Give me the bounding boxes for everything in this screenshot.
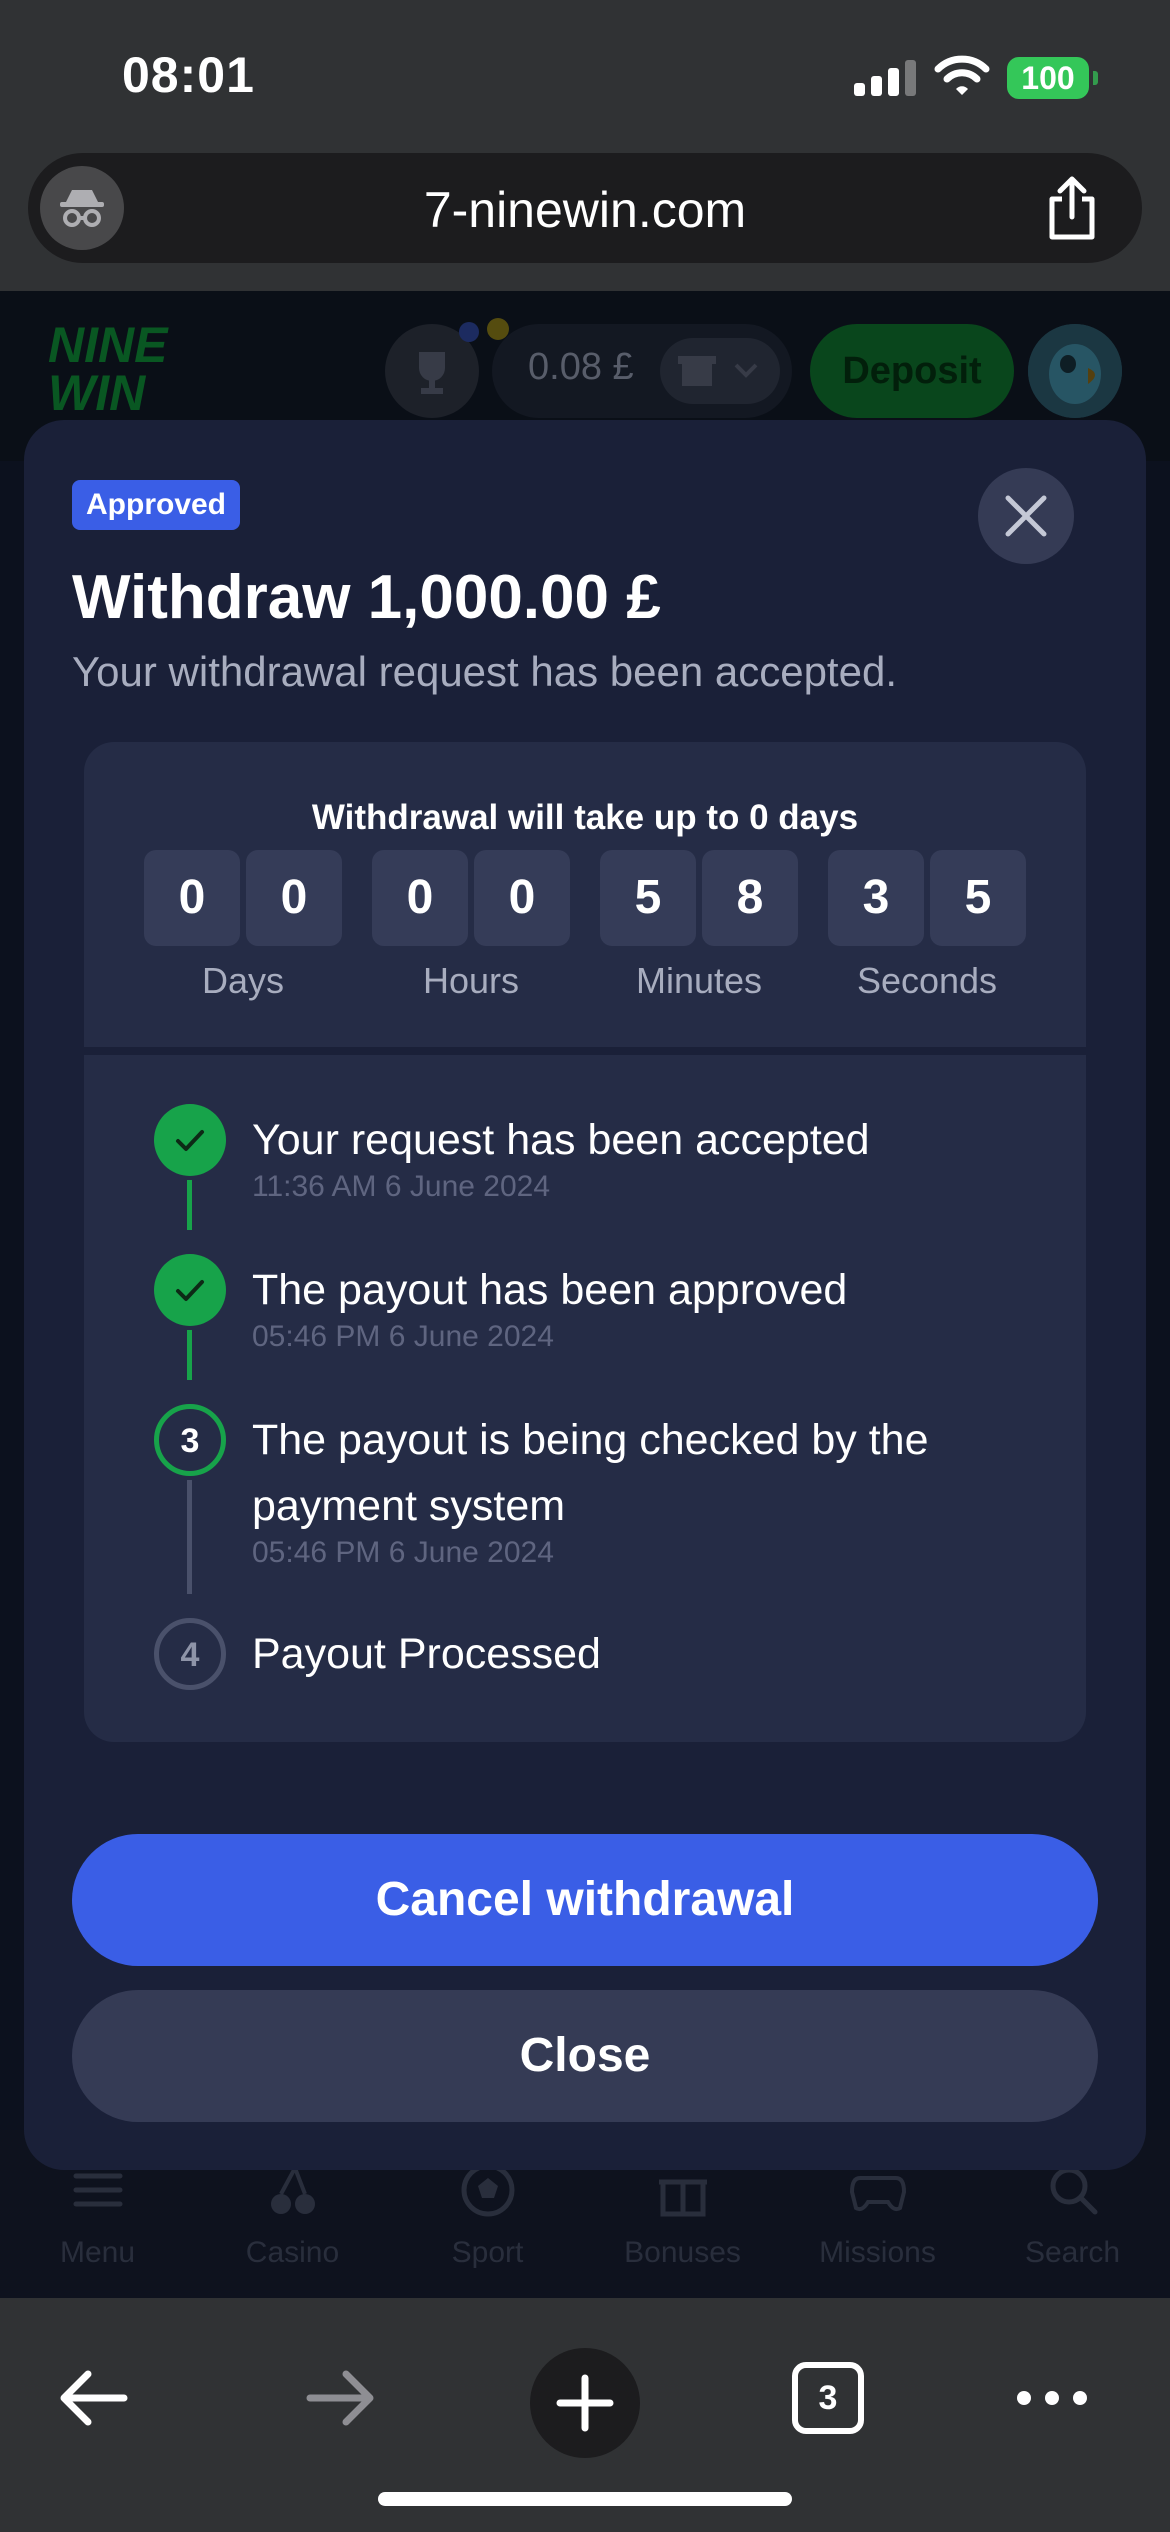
step-3-title-line-2: payment system: [252, 1482, 566, 1530]
status-time: 08:01: [122, 47, 255, 103]
status-badge: Approved: [72, 480, 241, 530]
step-connector: [187, 1330, 192, 1380]
plus-icon: [556, 2374, 614, 2432]
timer-digit-seconds: 5: [930, 850, 1026, 946]
timer-digit-days: 0: [144, 850, 240, 946]
timer-label-minutes: Minutes: [635, 960, 763, 1001]
step-4-number: 4: [154, 1618, 226, 1690]
step-2-time: 05:46 PM 6 June 2024: [252, 1320, 554, 1353]
timer-digit-hours: 0: [372, 850, 468, 946]
wifi-icon: [934, 55, 990, 95]
step-connector: [187, 1480, 192, 1594]
back-arrow-icon[interactable]: [56, 2360, 132, 2436]
step-3-title-line-1: The payout is being checked by the: [252, 1416, 929, 1464]
signal-icon: [854, 60, 916, 96]
close-icon: [1005, 495, 1047, 537]
url-text: 7-ninewin.com: [423, 182, 747, 238]
step-1-title: Your request has been accepted: [252, 1116, 870, 1164]
share-icon[interactable]: [1042, 173, 1102, 243]
cancel-withdrawal-button[interactable]: Cancel withdrawal: [72, 1834, 1098, 1966]
step-4-title: Payout Processed: [252, 1630, 601, 1678]
step-3-time: 05:46 PM 6 June 2024: [252, 1536, 554, 1569]
step-connector: [187, 1180, 192, 1230]
timer-digit-hours: 0: [474, 850, 570, 946]
card-divider: [84, 1047, 1086, 1055]
withdrawal-info-card: Withdrawal will take up to 0 days 0 0 Da…: [84, 742, 1086, 1742]
tabs-button[interactable]: 3: [792, 2362, 864, 2434]
browser-address-area: 7-ninewin.com: [0, 145, 1170, 291]
timer-digit-minutes: 5: [600, 850, 696, 946]
withdrawal-modal: Approved Withdraw 1,000.00 £ Your withdr…: [24, 420, 1146, 2170]
step-1-time: 11:36 AM 6 June 2024: [252, 1170, 551, 1203]
close-modal-button[interactable]: Close: [72, 1990, 1098, 2122]
address-bar[interactable]: 7-ninewin.com: [28, 153, 1142, 263]
timer-digit-seconds: 3: [828, 850, 924, 946]
step-1-check-icon: [154, 1104, 226, 1176]
home-indicator: [378, 2492, 792, 2506]
forward-arrow-icon[interactable]: [302, 2360, 378, 2436]
timer-label-hours: Hours: [422, 960, 520, 1001]
timer-heading: Withdrawal will take up to 0 days: [311, 798, 859, 837]
timer-digit-minutes: 8: [702, 850, 798, 946]
more-icon[interactable]: [1012, 2380, 1092, 2416]
new-tab-button[interactable]: [530, 2348, 640, 2458]
step-2-check-icon: [154, 1254, 226, 1326]
battery-icon: 100: [1007, 57, 1098, 99]
timer-label-days: Days: [201, 960, 285, 1001]
timer-label-seconds: Seconds: [856, 960, 998, 1001]
modal-subtitle: Your withdrawal request has been accepte…: [72, 648, 897, 695]
step-3-number: 3: [154, 1404, 226, 1476]
timer-digit-days: 0: [246, 850, 342, 946]
status-bar: 08:01 100: [0, 0, 1170, 145]
step-2-title: The payout has been approved: [252, 1266, 848, 1314]
close-button[interactable]: [978, 468, 1074, 564]
modal-title: Withdraw 1,000.00 £: [72, 563, 661, 632]
